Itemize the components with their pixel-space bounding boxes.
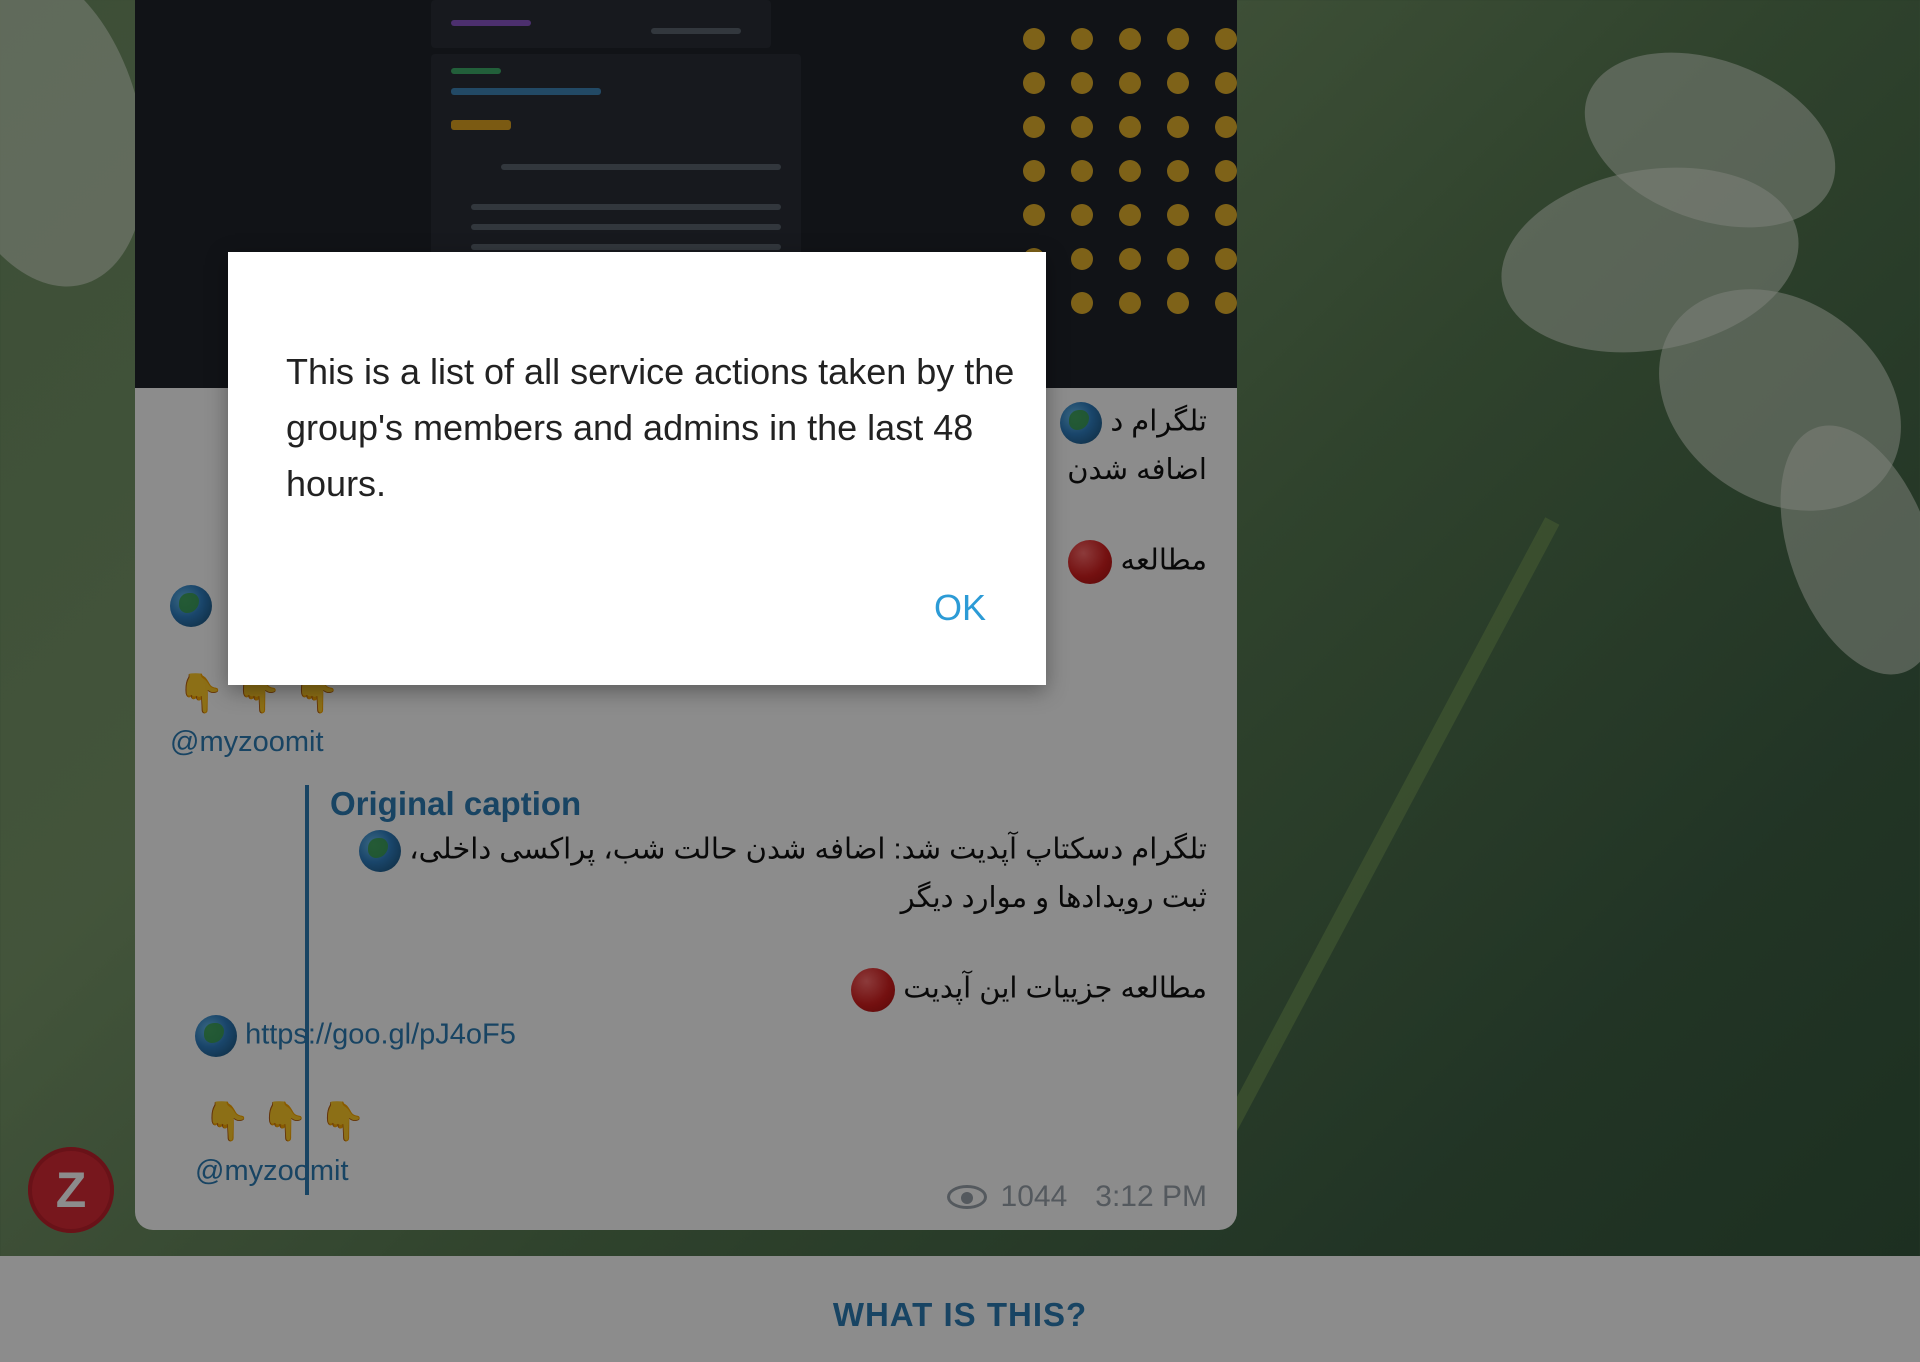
ok-button[interactable]: OK [934,587,986,629]
info-dialog: This is a list of all service actions ta… [228,252,1046,685]
dialog-message: This is a list of all service actions ta… [286,351,1015,504]
